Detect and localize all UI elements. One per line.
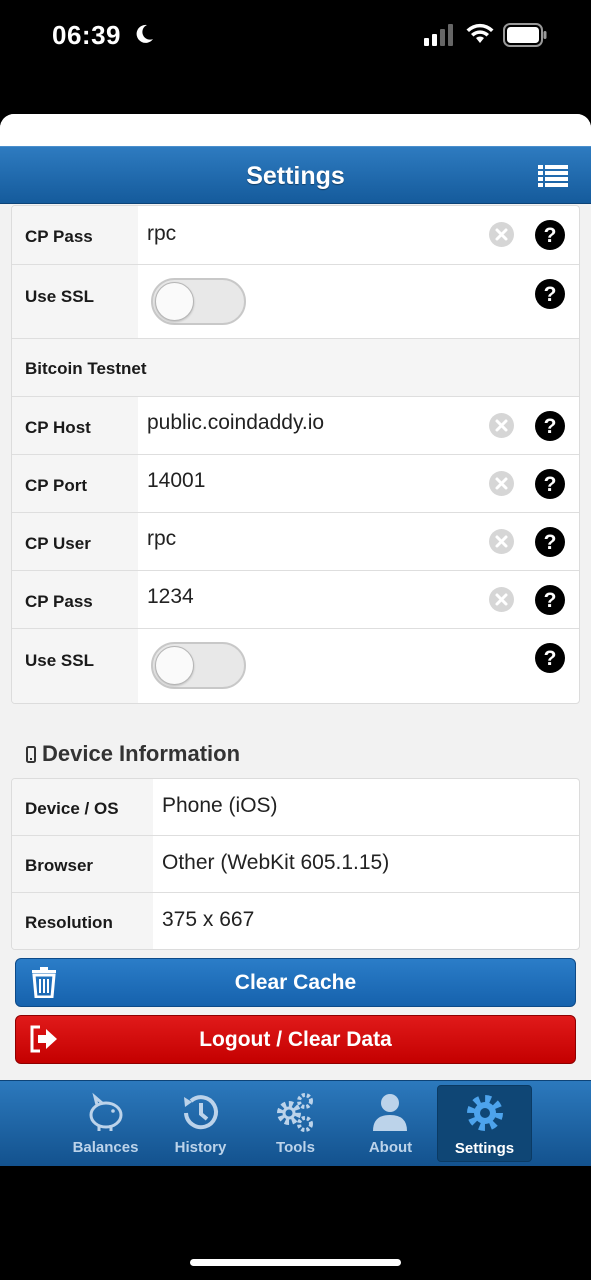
trash-icon xyxy=(32,967,56,998)
browser-row: Browser Other (WebKit 605.1.15) xyxy=(12,836,579,893)
mainnet-use-ssl-row: Use SSL ? xyxy=(12,265,579,339)
testnet-cp-user-input[interactable]: rpc xyxy=(147,527,176,551)
history-icon xyxy=(184,1095,218,1130)
clear-input-icon[interactable] xyxy=(489,471,514,496)
device-info-heading: Device Information xyxy=(26,741,240,767)
tab-history[interactable]: History xyxy=(153,1085,248,1162)
mainnet-cp-pass-row: CP Pass rpc ? xyxy=(12,206,579,265)
user-icon xyxy=(373,1094,407,1131)
svg-text:?: ? xyxy=(544,589,557,612)
toggle-knob xyxy=(155,282,194,321)
piggy-bank-icon xyxy=(89,1092,123,1131)
server-settings-card: CP Pass rpc ? Use SSL ? Bitcoin Testnet … xyxy=(11,205,580,704)
wifi-icon xyxy=(466,23,494,43)
testnet-cp-host-row: CP Host public.coindaddy.io ? xyxy=(12,397,579,455)
field-label: Use SSL xyxy=(12,265,138,338)
logout-label: Logout / Clear Data xyxy=(199,1028,392,1051)
clear-cache-button[interactable]: Clear Cache xyxy=(15,958,576,1007)
settings-content: CP Pass rpc ? Use SSL ? Bitcoin Testnet … xyxy=(0,205,591,1080)
field-label: CP Port xyxy=(12,455,138,512)
clear-input-icon[interactable] xyxy=(489,529,514,554)
svg-text:?: ? xyxy=(544,531,557,554)
tab-about[interactable]: About xyxy=(343,1085,438,1162)
help-icon[interactable]: ? xyxy=(535,279,565,309)
testnet-cp-pass-input[interactable]: 1234 xyxy=(147,585,194,609)
tab-balances[interactable]: Balances xyxy=(58,1085,153,1162)
svg-text:?: ? xyxy=(544,473,557,496)
field-value: Other (WebKit 605.1.15) xyxy=(162,851,390,874)
gear-icon xyxy=(467,1095,503,1131)
testnet-cp-port-input[interactable]: 14001 xyxy=(147,469,205,493)
home-indicator[interactable] xyxy=(190,1259,401,1266)
tab-label: Tools xyxy=(276,1139,315,1156)
gears-icon xyxy=(277,1093,313,1132)
moon-icon xyxy=(136,24,153,43)
tab-label: Balances xyxy=(72,1139,139,1156)
help-icon[interactable]: ? xyxy=(535,643,565,673)
list-menu-icon[interactable] xyxy=(538,164,568,189)
battery-icon xyxy=(503,23,547,47)
svg-text:?: ? xyxy=(544,283,557,306)
sign-out-icon xyxy=(30,1025,57,1053)
section-title: Bitcoin Testnet xyxy=(25,359,147,378)
field-value: Phone (iOS) xyxy=(162,794,278,817)
field-label: CP User xyxy=(12,513,138,570)
field-label: Browser xyxy=(12,836,153,892)
field-label: CP Pass xyxy=(12,206,138,264)
help-icon[interactable]: ? xyxy=(535,585,565,615)
sheet-top-strip xyxy=(0,114,591,146)
bottom-tab-bar: Balances History Tools About Settings xyxy=(0,1080,591,1166)
testnet-cp-port-row: CP Port 14001 ? xyxy=(12,455,579,513)
device-info-card: Device / OS Phone (iOS) Browser Other (W… xyxy=(11,778,580,950)
clear-cache-label: Clear Cache xyxy=(234,971,357,994)
logout-button[interactable]: Logout / Clear Data xyxy=(15,1015,576,1064)
testnet-cp-host-input[interactable]: public.coindaddy.io xyxy=(147,411,324,435)
help-icon[interactable]: ? xyxy=(535,469,565,499)
device-info-title: Device Information xyxy=(42,741,241,766)
tab-label: Settings xyxy=(454,1140,515,1157)
mainnet-cp-pass-input[interactable]: rpc xyxy=(147,222,176,246)
status-bar: 06:39 xyxy=(0,0,591,114)
mobile-phone-icon xyxy=(26,745,36,763)
tab-label: History xyxy=(174,1139,227,1156)
field-value: 375 x 667 xyxy=(162,908,255,931)
clear-input-icon[interactable] xyxy=(489,587,514,612)
tab-settings[interactable]: Settings xyxy=(437,1085,532,1162)
clear-input-icon[interactable] xyxy=(489,222,514,247)
mainnet-ssl-toggle[interactable] xyxy=(151,278,246,325)
field-label: CP Pass xyxy=(12,571,138,628)
header-bar: Settings xyxy=(0,146,591,204)
toggle-knob xyxy=(155,646,194,685)
help-icon[interactable]: ? xyxy=(535,411,565,441)
clear-input-icon[interactable] xyxy=(489,413,514,438)
svg-text:?: ? xyxy=(544,415,557,438)
device-os-row: Device / OS Phone (iOS) xyxy=(12,779,579,836)
svg-text:?: ? xyxy=(544,647,557,670)
resolution-row: Resolution 375 x 667 xyxy=(12,893,579,949)
help-icon[interactable]: ? xyxy=(535,527,565,557)
testnet-cp-pass-row: CP Pass 1234 ? xyxy=(12,571,579,629)
tab-tools[interactable]: Tools xyxy=(248,1085,343,1162)
field-label: Resolution xyxy=(12,893,153,949)
page-title: Settings xyxy=(246,162,345,190)
testnet-section-header: Bitcoin Testnet xyxy=(12,339,579,397)
field-label: Use SSL xyxy=(12,629,138,703)
testnet-use-ssl-row: Use SSL ? xyxy=(12,629,579,703)
field-label: CP Host xyxy=(12,397,138,454)
field-label: Device / OS xyxy=(12,779,153,835)
svg-text:?: ? xyxy=(544,224,557,247)
app-sheet: Settings CP Pass rpc ? Use SSL ? Bitcoin… xyxy=(0,114,591,1166)
status-time: 06:39 xyxy=(52,20,121,50)
testnet-cp-user-row: CP User rpc ? xyxy=(12,513,579,571)
help-icon[interactable]: ? xyxy=(535,220,565,250)
cellular-signal-icon xyxy=(424,24,453,46)
tab-label: About xyxy=(368,1139,413,1156)
testnet-ssl-toggle[interactable] xyxy=(151,642,246,689)
